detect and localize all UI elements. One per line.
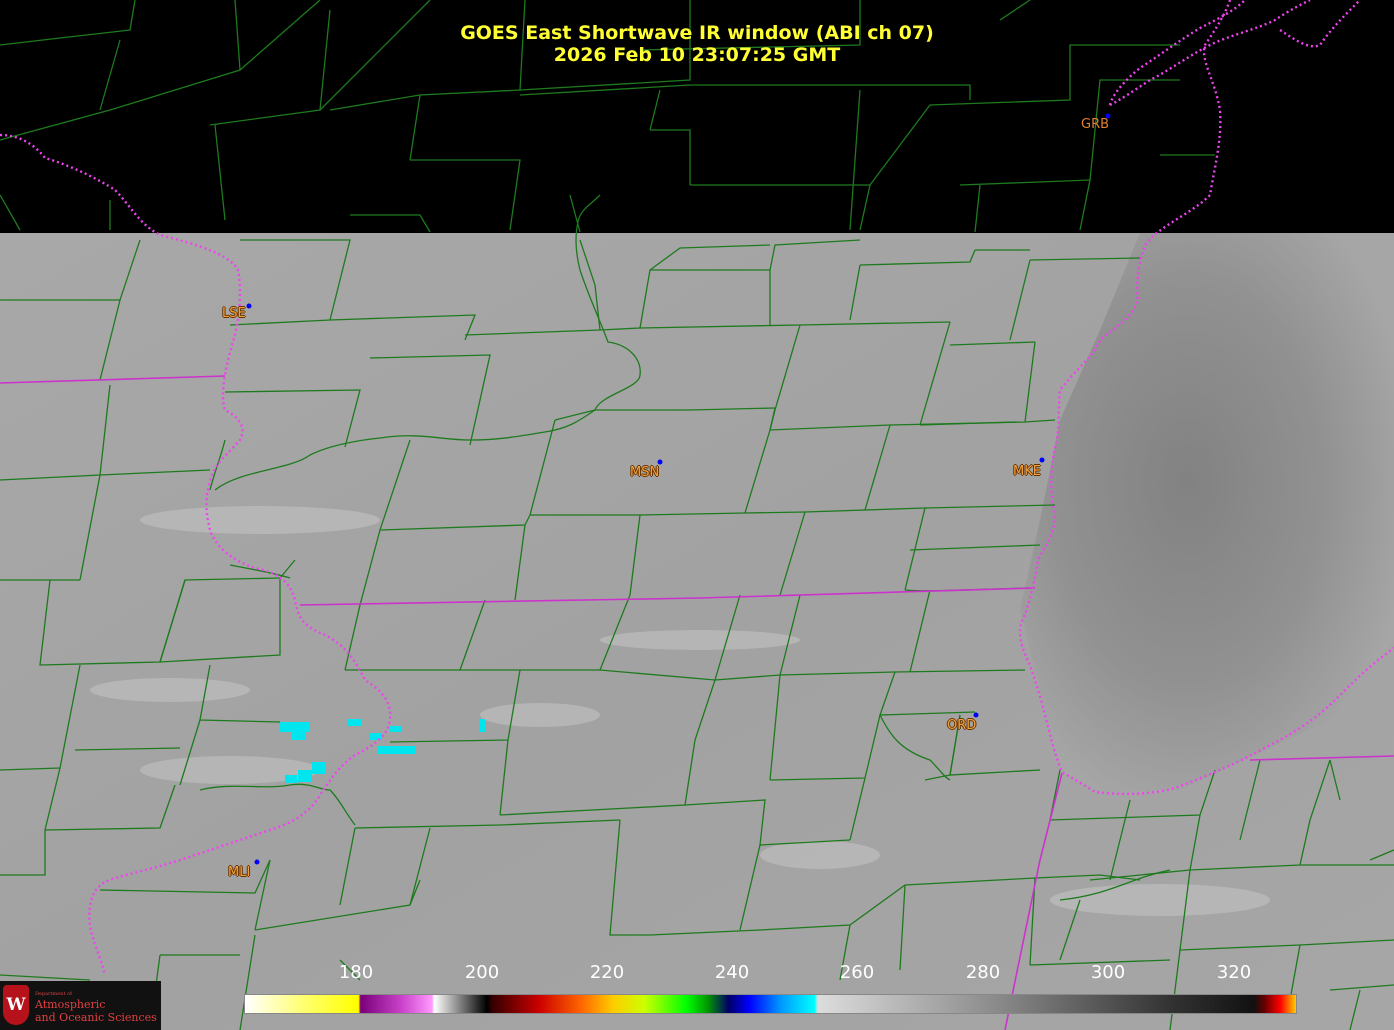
station-label-ord: ORD [947,718,977,733]
station-label-mke: MKE [1013,464,1041,479]
image-timestamp: 2026 Feb 10 23:07:25 GMT [553,44,841,66]
station-label-grb: GRB [1081,117,1110,132]
colorbar-tick-label: 240 [714,962,750,983]
station-label-lse: LSE [222,306,246,321]
temperature-colorbar [244,994,1297,1014]
colorbar-tick-label: 260 [839,962,875,983]
image-title: GOES East Shortwave IR window (ABI ch 07… [460,22,934,44]
station-dot-lse [246,303,252,309]
station-dot-ord [973,712,979,718]
station-dot-msn [657,459,663,465]
station-label-mli: MLI [228,865,251,880]
colorbar-tick-label: 300 [1090,962,1126,983]
satellite-map [0,0,1394,1030]
colorbar-tick-label: 180 [338,962,374,983]
colorbar-tick-label: 220 [589,962,625,983]
aos-logo: W Department of Atmospheric and Oceanic … [0,981,161,1030]
colorbar-tick-label: 200 [464,962,500,983]
logo-name-line2: and Oceanic Sciences [35,1011,157,1024]
logo-name-line1: Atmospheric [35,998,106,1011]
logo-dept-text: Department of [35,991,72,997]
colorbar-tick-label: 320 [1216,962,1252,983]
station-dot-mli [254,859,260,865]
uw-crest-icon: W [3,985,29,1025]
colorbar-tick-label: 280 [965,962,1001,983]
station-dot-mke [1039,457,1045,463]
station-label-msn: MSN [630,465,660,480]
